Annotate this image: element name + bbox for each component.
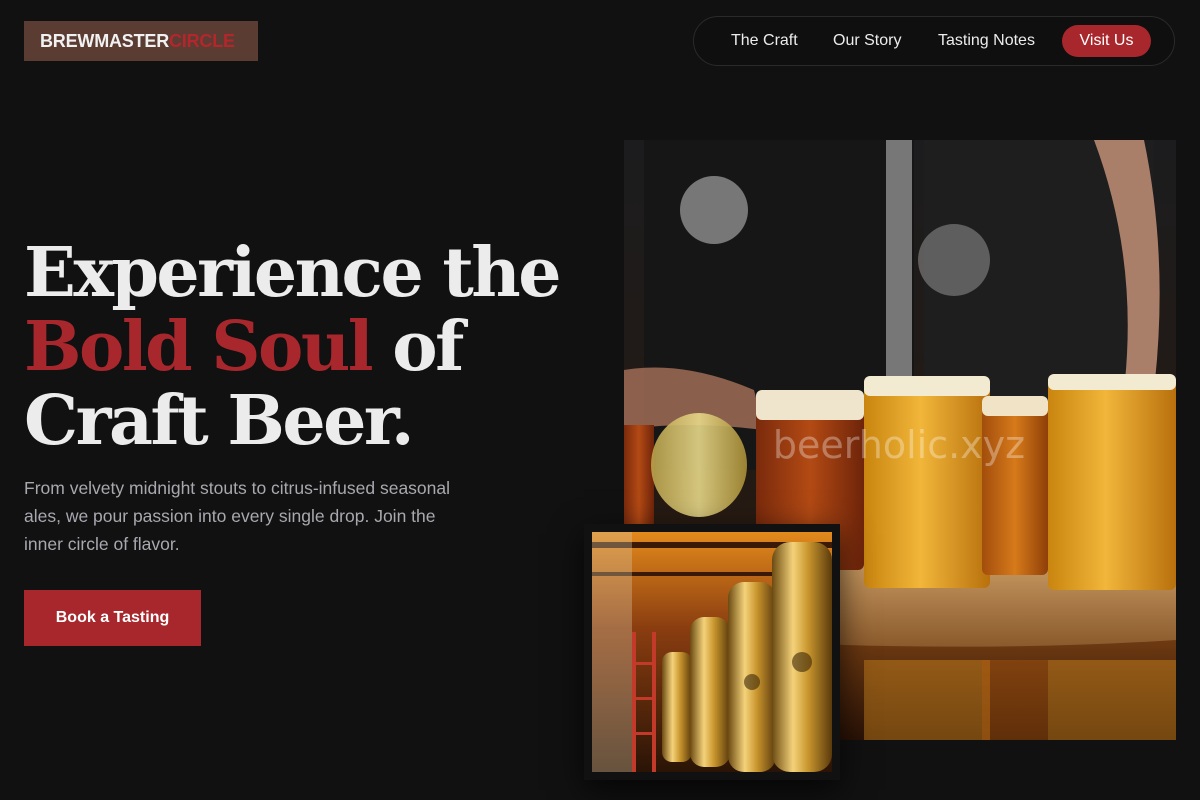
hero-headline: Experience the Bold Soul of Craft Beer. [24, 236, 584, 458]
hero-subtitle: From velvety midnight stouts to citrus-i… [24, 478, 451, 554]
headline-line-3: Craft Beer. [24, 381, 415, 461]
brewery-tanks-image [592, 532, 832, 772]
visit-us-button[interactable]: Visit Us [1062, 25, 1151, 57]
headline-accent: Bold Soul [24, 307, 374, 387]
top-navigation: The Craft Our Story Tasting Notes Visit … [693, 16, 1175, 66]
nav-link-the-craft[interactable]: The Craft [731, 32, 798, 50]
image-watermark: beerholic.xyz [773, 423, 1025, 467]
brewery-image-frame [584, 524, 840, 780]
nav-link-our-story[interactable]: Our Story [833, 32, 901, 50]
brand-logo[interactable]: BREWMASTER CIRCLE [24, 21, 258, 61]
nav-link-tasting-notes[interactable]: Tasting Notes [938, 32, 1035, 50]
brand-name-accent: CIRCLE [169, 30, 235, 51]
headline-line-1: Experience the [24, 233, 562, 313]
book-tasting-button[interactable]: Book a Tasting [24, 590, 201, 646]
headline-line-2: of [371, 307, 464, 387]
brand-name-primary: BREWMASTER [40, 30, 169, 51]
